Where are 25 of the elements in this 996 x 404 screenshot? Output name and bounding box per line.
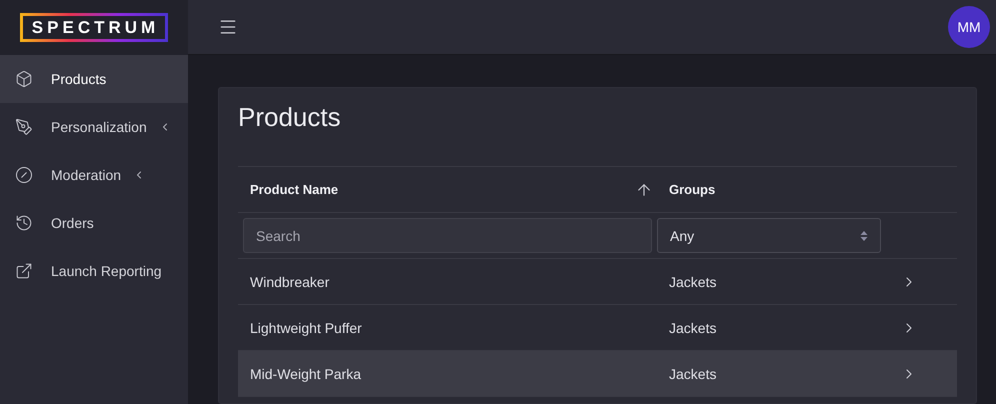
table-cell-text: Windbreaker [249,274,330,290]
table-cell-text: Jackets [668,366,716,382]
sidebar-item[interactable]: Launch Reporting [0,247,188,295]
up-down-arrows-icon [860,230,868,242]
group-select[interactable]: Any [657,218,881,253]
sidebar-item[interactable]: Orders [0,199,188,247]
external-link-icon [15,262,33,280]
user-avatar[interactable]: MM [948,6,990,48]
table-cell-text: Jackets [668,274,716,290]
sidebar-item[interactable]: Moderation [0,151,188,199]
table-cell-text: Mid-Weight Parka [249,366,362,382]
sidebar-item[interactable]: Personalization [0,103,188,151]
slashed-circle-icon [15,166,33,184]
history-icon [15,214,33,232]
sidebar-item[interactable]: Products [0,55,188,103]
cube-icon [15,70,33,88]
search-field[interactable]: Search [243,218,652,253]
table-cell-text: Jackets [668,320,716,336]
pen-nib-icon [15,118,33,136]
column-header[interactable]: Product Name [238,182,338,197]
column-header[interactable]: Groups [657,182,716,197]
page-title: Products [238,101,342,134]
table-row[interactable]: Windbreaker Jackets [238,259,957,305]
table-row[interactable]: Mid-Weight Parka Jackets [238,351,957,397]
table-cell-text: Lightweight Puffer [249,320,363,336]
